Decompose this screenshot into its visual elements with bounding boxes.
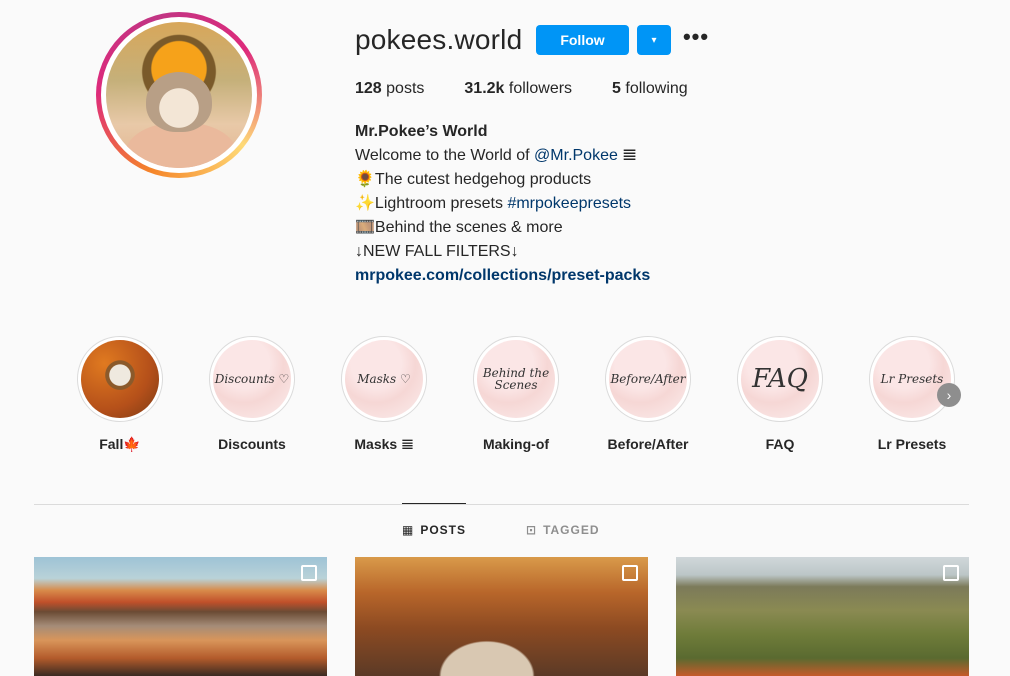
bio-mention-link[interactable]: @Mr.Pokee <box>534 147 618 164</box>
highlight-making-of[interactable]: Behind the Scenes Making-of <box>466 336 566 452</box>
highlight-faq[interactable]: FAQ FAQ <box>730 336 830 452</box>
highlight-label: Lr Presets <box>877 436 947 452</box>
highlight-cover <box>81 340 159 418</box>
highlight-discounts[interactable]: Discounts ♡ Discounts <box>202 336 302 452</box>
tab-posts[interactable]: ▦ POSTS <box>402 523 466 537</box>
highlight-cover: Lr Presets <box>873 340 951 418</box>
highlight-cover: FAQ <box>741 340 819 418</box>
active-tab-indicator <box>402 503 466 504</box>
highlight-fall[interactable]: Fall🍁 <box>70 336 170 453</box>
bio-line-presets: ✨Lightroom presets #mrpokeepresets <box>355 195 632 212</box>
suggested-dropdown-button[interactable]: ▾ <box>637 25 671 55</box>
more-options-icon[interactable]: ••• <box>682 26 710 53</box>
carousel-icon <box>622 565 638 581</box>
highlight-label: Fall🍁 <box>99 436 141 452</box>
carousel-icon <box>943 565 959 581</box>
profile-avatar[interactable] <box>96 12 262 178</box>
bio-line-fall-filters: ↓NEW FALL FILTERS↓ <box>355 243 519 260</box>
bio-website-link[interactable]: mrpokee.com/collections/preset-packs <box>355 264 650 288</box>
highlight-cover: Discounts ♡ <box>213 340 291 418</box>
profile-bio: Mr.Pokee’s World Welcome to the World of… <box>355 120 650 288</box>
highlight-label: Discounts <box>218 436 286 452</box>
chevron-down-icon: ▾ <box>651 34 657 46</box>
avatar-hedgehog <box>146 72 212 132</box>
tagged-icon: ⊡ <box>526 523 538 537</box>
following-count[interactable]: 5 following <box>612 80 688 98</box>
tab-tagged[interactable]: ⊡ TAGGED <box>526 523 600 537</box>
chevron-right-icon[interactable]: › <box>937 383 961 407</box>
avatar-image <box>106 22 252 168</box>
bio-hashtag-link[interactable]: #mrpokeepresets <box>507 195 631 212</box>
bio-name: Mr.Pokee’s World <box>355 123 488 140</box>
tabs-divider <box>34 504 969 505</box>
post-thumbnail[interactable] <box>355 557 648 676</box>
highlight-label: FAQ <box>765 436 795 452</box>
profile-username: pokees.world <box>355 24 523 55</box>
highlight-cover: Before/After <box>609 340 687 418</box>
tab-posts-label: POSTS <box>420 523 467 537</box>
post-thumbnail[interactable] <box>676 557 969 676</box>
follow-button[interactable]: Follow <box>536 25 629 55</box>
bio-line-welcome: Welcome to the World of @Mr.Pokee 𝌆 <box>355 147 637 164</box>
profile-stats: 128 posts 31.2k followers 5 following <box>355 80 728 98</box>
posts-count: 128 posts <box>355 80 425 97</box>
post-thumbnail[interactable] <box>34 557 327 676</box>
carousel-icon <box>301 565 317 581</box>
bio-line-products: 🌻The cutest hedgehog products <box>355 171 592 188</box>
bio-line-behind-scenes: 🎞️Behind the scenes & more <box>355 219 563 236</box>
highlight-label: Making-of <box>482 436 550 452</box>
highlight-masks[interactable]: Masks ♡ Masks 𝌆 <box>334 336 434 453</box>
highlight-label: Before/After <box>607 436 689 452</box>
grid-icon: ▦ <box>402 523 415 537</box>
highlight-cover: Behind the Scenes <box>477 340 555 418</box>
followers-count[interactable]: 31.2k followers <box>464 80 572 98</box>
avatar-border <box>101 17 257 173</box>
tab-tagged-label: TAGGED <box>543 523 600 537</box>
highlight-cover: Masks ♡ <box>345 340 423 418</box>
highlight-label: Masks 𝌆 <box>354 436 414 452</box>
highlight-before-after[interactable]: Before/After Before/After <box>598 336 698 452</box>
